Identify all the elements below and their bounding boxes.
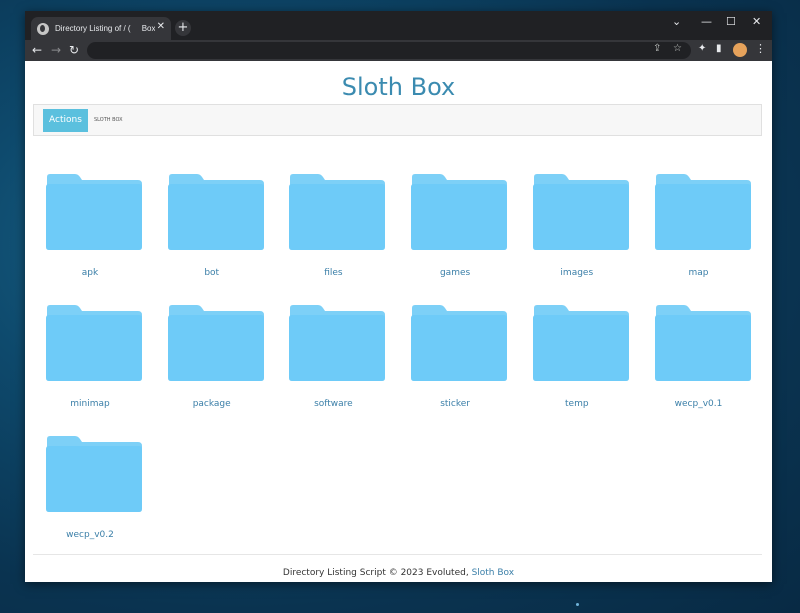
folder-icon — [654, 305, 751, 381]
tab-search-icon[interactable]: ⌄ — [672, 15, 681, 28]
folder-icon — [289, 174, 386, 250]
folder-label: map — [688, 268, 709, 278]
minimize-button[interactable]: — — [701, 15, 712, 28]
folder-label: bot — [204, 268, 220, 278]
folder-item[interactable]: map — [644, 173, 754, 293]
folder-icon — [654, 174, 751, 250]
folder-label: apk — [81, 268, 99, 278]
bookmark-star-icon[interactable]: ☆ — [673, 43, 682, 54]
folder-label: files — [324, 268, 343, 278]
folder-label: temp — [565, 399, 589, 409]
folder-item[interactable]: apk — [35, 173, 145, 293]
title-bar: Directory Listing of / ( Box) ✕ + ⌄ — ☐ … — [25, 11, 772, 40]
folder-item[interactable]: images — [522, 173, 632, 293]
forward-button[interactable]: → — [51, 42, 61, 58]
footer-divider — [33, 554, 762, 555]
folder-icon — [46, 174, 142, 250]
folder-icon — [532, 305, 629, 381]
folder-item[interactable]: temp — [522, 304, 632, 424]
new-tab-button[interactable]: + — [175, 20, 191, 36]
tab-title: Directory Listing of / ( Box) — [55, 24, 155, 33]
reload-button[interactable]: ↻ — [69, 42, 79, 58]
maximize-button[interactable]: ☐ — [726, 15, 736, 28]
browser-menu-icon[interactable]: ⋮ — [755, 42, 766, 55]
folder-icon — [289, 305, 386, 381]
folder-item[interactable]: package — [157, 304, 267, 424]
folder-label: wecp_v0.2 — [66, 530, 114, 540]
folder-icon — [167, 305, 264, 381]
tab-close-icon[interactable]: ✕ — [157, 21, 165, 32]
profile-avatar[interactable] — [733, 43, 747, 57]
close-button[interactable]: ✕ — [752, 15, 761, 28]
folder-icon — [167, 174, 264, 250]
footer-text: Directory Listing Script © 2023 Evoluted… — [282, 568, 472, 578]
folder-item[interactable]: bot — [157, 173, 267, 293]
address-bar[interactable]: ⇪ ☆ — [87, 42, 691, 59]
share-icon[interactable]: ⇪ — [653, 43, 661, 54]
folder-label: sticker — [440, 399, 470, 409]
folder-label: minimap — [70, 399, 110, 409]
folder-item[interactable]: minimap — [35, 304, 145, 424]
folder-icon — [46, 305, 142, 381]
folder-label: images — [560, 268, 594, 278]
folder-item[interactable]: wecp_v0.2 — [35, 435, 145, 555]
folder-item[interactable]: sticker — [400, 304, 510, 424]
footer: Directory Listing Script © 2023 Evoluted… — [25, 568, 772, 578]
side-panel-icon[interactable]: ▮ — [716, 43, 722, 54]
back-button[interactable]: ← — [32, 42, 42, 58]
folder-label: games — [439, 268, 471, 278]
folder-label: wecp_v0.1 — [674, 399, 723, 409]
desktop-indicator — [576, 603, 579, 606]
extensions-icon[interactable]: ✦ — [698, 43, 706, 54]
footer-link[interactable]: Sloth Box — [472, 568, 515, 578]
globe-icon — [37, 22, 49, 35]
folder-icon — [46, 436, 142, 512]
browser-window: Directory Listing of / ( Box) ✕ + ⌄ — ☐ … — [25, 11, 772, 582]
browser-toolbar: ← → ↻ ⇪ ☆ ✦ ▮ ⋮ — [25, 40, 772, 61]
folder-icon — [411, 305, 508, 381]
folder-grid: apk bot files games images map minimap package s… — [25, 61, 772, 540]
folder-item[interactable]: software — [278, 304, 388, 424]
folder-item[interactable]: files — [278, 173, 388, 293]
folder-item[interactable]: games — [400, 173, 510, 293]
folder-label: package — [192, 399, 231, 409]
browser-tab[interactable]: Directory Listing of / ( Box) ✕ — [31, 17, 171, 40]
folder-icon — [411, 174, 508, 250]
page-content: Sloth Box Actions SLOTH BOX apk bot files g… — [25, 61, 772, 582]
folder-item[interactable]: wecp_v0.1 — [644, 304, 754, 424]
folder-icon — [532, 174, 629, 250]
folder-label: software — [314, 399, 353, 409]
